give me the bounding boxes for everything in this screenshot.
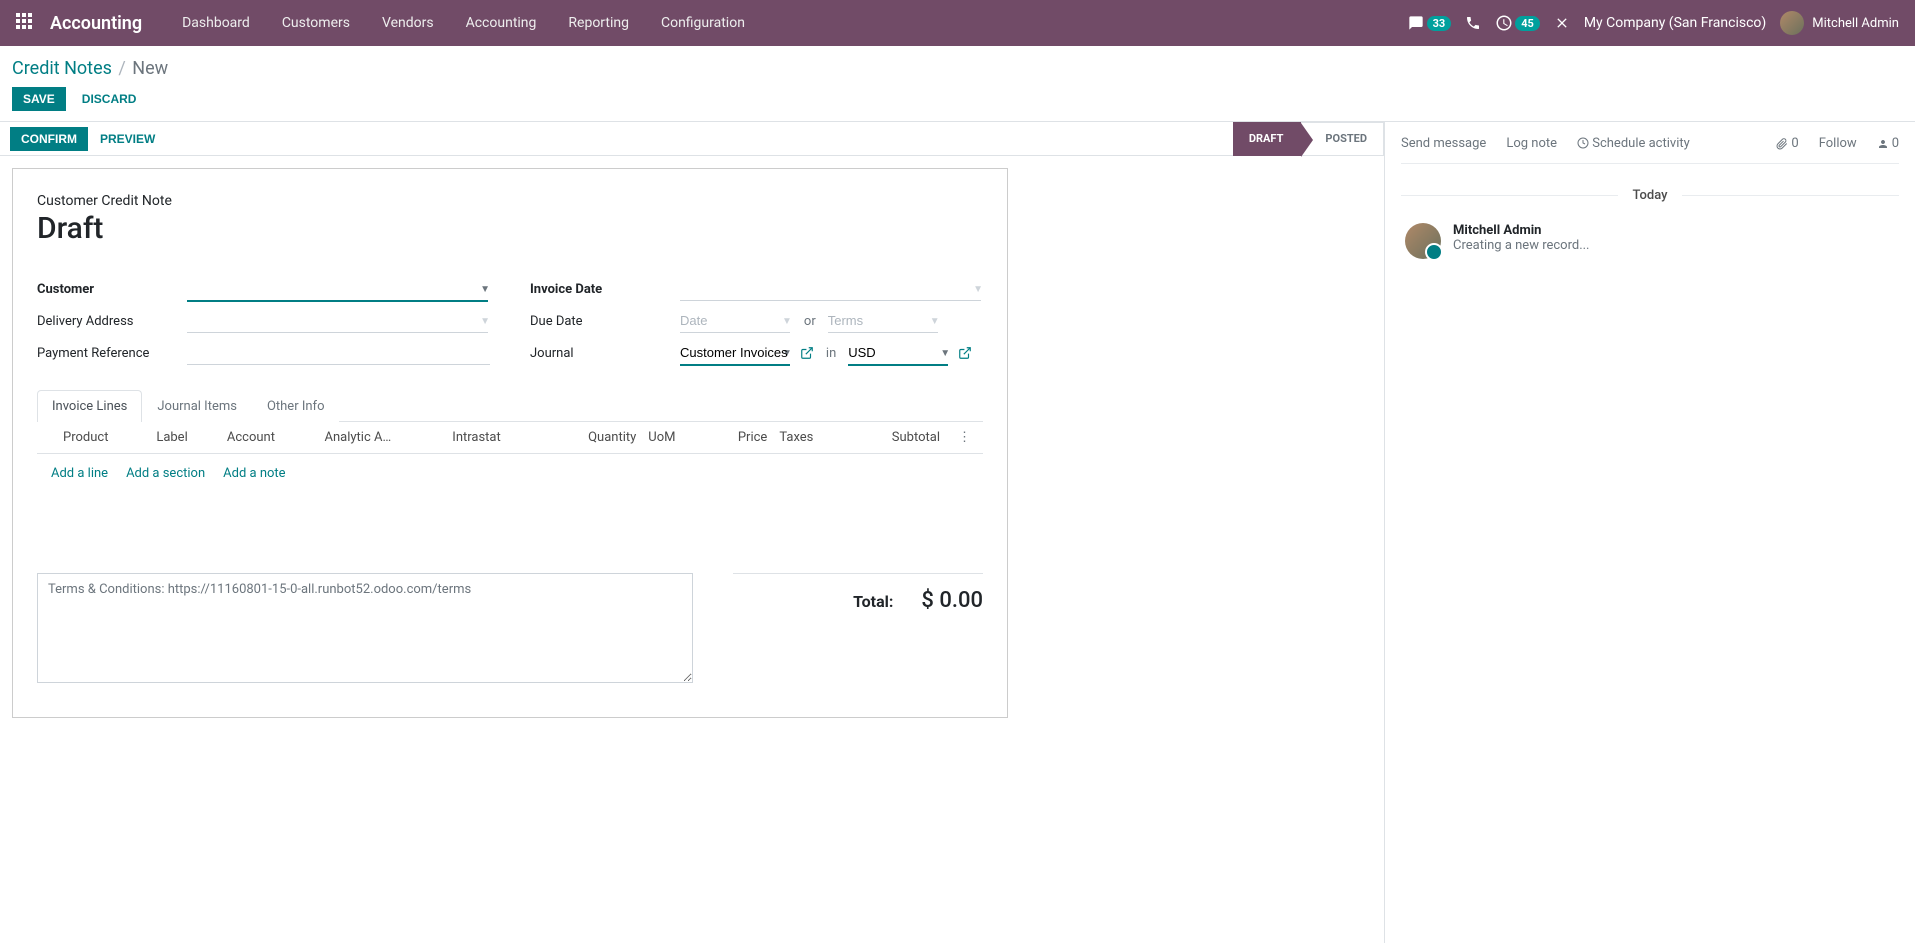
followers-button[interactable]: 0 xyxy=(1877,136,1899,151)
status-step-draft[interactable]: Draft xyxy=(1233,122,1302,156)
col-intrastat: Intrastat xyxy=(446,422,544,454)
navbar-menu-reporting[interactable]: Reporting xyxy=(552,0,645,46)
company-switcher[interactable]: My Company (San Francisco) xyxy=(1584,15,1766,31)
follow-button[interactable]: Follow xyxy=(1819,136,1857,151)
breadcrumb-separator: / xyxy=(118,58,125,79)
label-customer: Customer xyxy=(37,282,187,297)
payment-terms-input[interactable] xyxy=(828,309,938,333)
total-label: Total: xyxy=(853,592,893,611)
chatter-topbar: Send message Log note Schedule activity … xyxy=(1401,132,1899,164)
add-line-link[interactable]: Add a line xyxy=(51,466,108,481)
chatter-date-divider: Today xyxy=(1401,188,1899,203)
breadcrumb-parent[interactable]: Credit Notes xyxy=(12,58,112,79)
resize-handle[interactable]: ═══ xyxy=(37,683,983,693)
debug-icon[interactable] xyxy=(1554,15,1570,31)
invoice-lines-table: Product Label Account Analytic A… Intras… xyxy=(37,422,983,493)
delivery-address-input[interactable] xyxy=(187,309,488,333)
user-menu[interactable]: Mitchell Admin xyxy=(1780,11,1899,35)
log-note-button[interactable]: Log note xyxy=(1506,136,1557,151)
message-text: Creating a new record... xyxy=(1453,238,1895,253)
navbar-menu: Dashboard Customers Vendors Accounting R… xyxy=(166,0,761,46)
sheet-subtitle: Customer Credit Note xyxy=(37,193,983,209)
discard-button[interactable]: Discard xyxy=(82,92,137,106)
message-avatar-icon xyxy=(1405,223,1441,259)
sheet-title: Draft xyxy=(37,211,983,246)
col-label: Label xyxy=(150,422,221,454)
apps-menu-icon[interactable] xyxy=(16,13,36,33)
breadcrumb: Credit Notes / New xyxy=(12,58,1899,79)
label-delivery-address: Delivery Address xyxy=(37,314,187,329)
attachments-count: 0 xyxy=(1791,136,1798,151)
invoice-date-input[interactable] xyxy=(680,277,981,301)
app-brand[interactable]: Accounting xyxy=(50,13,142,34)
send-message-button[interactable]: Send message xyxy=(1401,136,1486,151)
journal-input[interactable] xyxy=(680,341,790,366)
label-payment-reference: Payment Reference xyxy=(37,346,187,361)
user-name: Mitchell Admin xyxy=(1812,16,1899,31)
tab-journal-items[interactable]: Journal Items xyxy=(142,390,252,422)
label-invoice-date: Invoice Date xyxy=(530,282,680,297)
col-price: Price xyxy=(706,422,773,454)
col-analytic: Analytic A… xyxy=(319,422,447,454)
form-sheet: Customer Credit Note Draft Customer ▼ De… xyxy=(12,168,1008,718)
preview-button[interactable]: Preview xyxy=(100,132,155,146)
tab-other-info[interactable]: Other Info xyxy=(252,390,340,422)
top-navbar: Accounting Dashboard Customers Vendors A… xyxy=(0,0,1915,46)
tab-invoice-lines[interactable]: Invoice Lines xyxy=(37,390,142,422)
due-date-or: or xyxy=(804,314,816,329)
status-bar: Confirm Preview Draft Posted xyxy=(0,122,1384,156)
followers-count: 0 xyxy=(1892,136,1899,151)
message-author: Mitchell Admin xyxy=(1453,223,1895,238)
add-note-link[interactable]: Add a note xyxy=(223,466,285,481)
external-link-icon[interactable] xyxy=(800,346,814,360)
attachments-button[interactable]: 0 xyxy=(1776,136,1798,151)
external-link-icon[interactable] xyxy=(958,346,972,360)
schedule-activity-button[interactable]: Schedule activity xyxy=(1577,136,1690,151)
messages-badge: 33 xyxy=(1427,16,1452,31)
user-avatar-icon xyxy=(1780,11,1804,35)
customer-input[interactable] xyxy=(187,277,488,302)
main-area: Confirm Preview Draft Posted Customer Cr… xyxy=(0,122,1915,943)
chatter-message[interactable]: Mitchell Admin Creating a new record... xyxy=(1401,217,1899,265)
label-journal: Journal xyxy=(530,346,680,361)
confirm-button[interactable]: Confirm xyxy=(10,127,88,151)
status-steps: Draft Posted xyxy=(1233,122,1384,156)
terms-input[interactable] xyxy=(37,573,693,683)
notebook-tabs: Invoice Lines Journal Items Other Info xyxy=(37,390,983,422)
currency-input[interactable] xyxy=(848,341,948,366)
due-date-input[interactable] xyxy=(680,309,790,333)
add-section-link[interactable]: Add a section xyxy=(126,466,205,481)
payment-reference-input[interactable] xyxy=(187,341,490,365)
form-area: Confirm Preview Draft Posted Customer Cr… xyxy=(0,122,1385,943)
columns-menu-icon[interactable]: ⋮ xyxy=(952,430,977,445)
col-taxes: Taxes xyxy=(773,422,848,454)
save-button[interactable]: Save xyxy=(12,87,66,111)
breadcrumb-current: New xyxy=(132,58,168,79)
label-due-date: Due Date xyxy=(530,314,680,329)
col-quantity: Quantity xyxy=(545,422,643,454)
journal-in: in xyxy=(826,346,836,361)
phone-icon[interactable] xyxy=(1465,15,1481,31)
chatter: Send message Log note Schedule activity … xyxy=(1385,122,1915,943)
activities-badge: 45 xyxy=(1515,16,1540,31)
messages-icon[interactable]: 33 xyxy=(1407,15,1452,31)
col-uom: UoM xyxy=(642,422,706,454)
activities-icon[interactable]: 45 xyxy=(1495,14,1540,32)
navbar-menu-vendors[interactable]: Vendors xyxy=(366,0,450,46)
control-panel: Credit Notes / New Save Discard xyxy=(0,46,1915,122)
totals: Total: $ 0.00 xyxy=(733,573,983,613)
col-account: Account xyxy=(221,422,319,454)
navbar-menu-accounting[interactable]: Accounting xyxy=(450,0,553,46)
col-product: Product xyxy=(57,422,150,454)
navbar-menu-configuration[interactable]: Configuration xyxy=(645,0,761,46)
status-step-posted[interactable]: Posted xyxy=(1301,122,1384,156)
navbar-menu-dashboard[interactable]: Dashboard xyxy=(166,0,266,46)
total-value: $ 0.00 xyxy=(921,588,983,613)
navbar-menu-customers[interactable]: Customers xyxy=(266,0,366,46)
col-subtotal: Subtotal xyxy=(848,422,946,454)
